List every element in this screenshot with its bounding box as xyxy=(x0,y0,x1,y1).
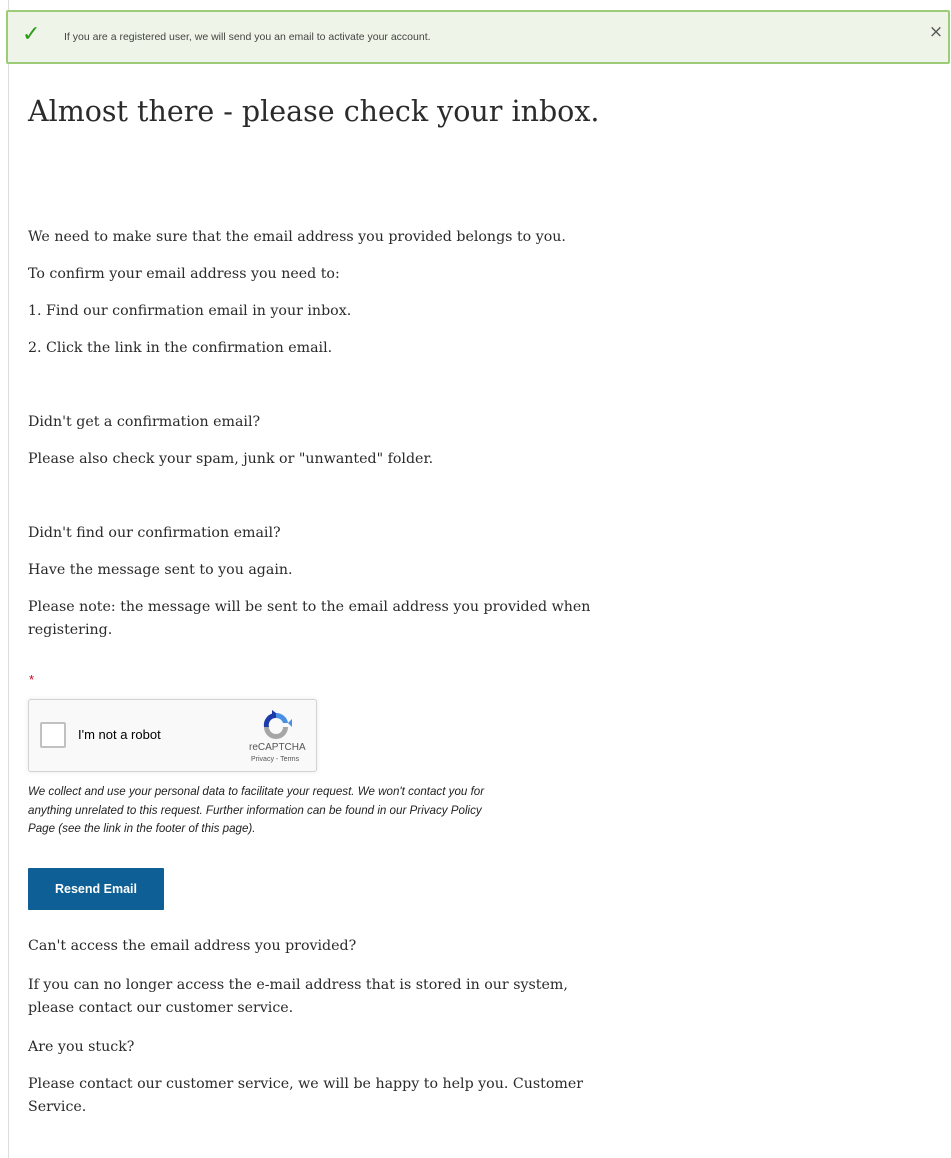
recaptcha-widget: I'm not a robot reCAPTCHA Privacy - Term… xyxy=(28,699,317,772)
access-advice-line-1: If you can no longer access the e-mail a… xyxy=(28,977,568,993)
no-email-question: Didn't get a confirmation email? xyxy=(28,414,261,430)
recaptcha-links: Privacy - Terms xyxy=(251,756,299,763)
recaptcha-privacy-link[interactable]: Privacy xyxy=(251,756,274,763)
privacy-note-line-1: We collect and use your personal data to… xyxy=(28,785,485,798)
stuck-question: Are you stuck? xyxy=(28,1039,135,1055)
resend-question: Didn't find our confirmation email? xyxy=(28,525,281,541)
intro-line-1: We need to make sure that the email addr… xyxy=(28,229,566,245)
recaptcha-label: I'm not a robot xyxy=(78,727,161,742)
required-marker: * xyxy=(29,672,35,687)
recaptcha-brand: reCAPTCHA xyxy=(249,742,306,753)
no-email-advice: Please also check your spam, junk or "un… xyxy=(28,451,434,467)
alert-message: If you are a registered user, we will se… xyxy=(64,31,431,43)
stuck-advice-line-1: Please contact our customer service, we … xyxy=(28,1076,584,1092)
page-title: Almost there - please check your inbox. xyxy=(28,95,600,128)
access-question: Can't access the email address you provi… xyxy=(28,938,357,954)
resend-advice: Have the message sent to you again. xyxy=(28,562,293,578)
privacy-note: We collect and use your personal data to… xyxy=(28,783,618,839)
resend-email-button[interactable]: Resend Email xyxy=(28,868,164,910)
privacy-note-line-3: Page (see the link in the footer of this… xyxy=(28,822,256,835)
step-2: 2. Click the link in the confirmation em… xyxy=(28,340,333,356)
resend-note-line-1: Please note: the message will be sent to… xyxy=(28,599,591,615)
recaptcha-logo-icon xyxy=(263,710,292,739)
step-1: 1. Find our confirmation email in your i… xyxy=(28,303,352,319)
check-icon: ✓ xyxy=(22,22,41,47)
privacy-note-line-2: anything unrelated to this request. Furt… xyxy=(28,803,482,817)
intro-line-2: To confirm your email address you need t… xyxy=(28,266,340,282)
recaptcha-checkbox[interactable] xyxy=(40,722,66,748)
close-icon[interactable]: × xyxy=(926,22,946,42)
access-advice-line-2: please contact our customer service. xyxy=(28,1000,294,1016)
success-alert: ✓ If you are a registered user, we will … xyxy=(6,10,950,64)
recaptcha-terms-link[interactable]: Terms xyxy=(280,756,299,763)
resend-note-line-2: registering. xyxy=(28,622,113,638)
stuck-advice-line-2: Service. xyxy=(28,1099,87,1115)
